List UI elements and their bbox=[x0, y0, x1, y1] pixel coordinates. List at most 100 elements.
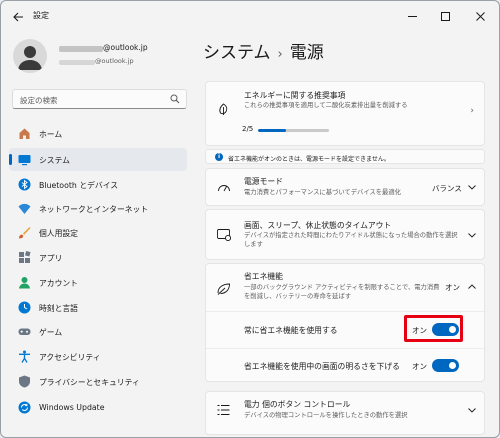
reduce-brightness-status: オン bbox=[412, 362, 427, 371]
settings-window: 設定 @outlook.jp @outlook.jp 設定の検索 ホーム システ… bbox=[0, 0, 500, 438]
bluetooth-icon bbox=[18, 178, 31, 191]
home-icon bbox=[19, 128, 30, 139]
power-button-subtitle: デバイスの物理コントロールを操作したときの動作を選択 bbox=[244, 412, 408, 419]
screen-sleep-subtitle-2: します bbox=[244, 241, 263, 248]
sidebar-item-privacy-security[interactable]: プライバシーとセキュリティ bbox=[9, 370, 187, 393]
account-icon bbox=[19, 277, 30, 289]
sidebar-item-label: ゲーム bbox=[39, 328, 63, 337]
energy-saver-leaf-icon bbox=[217, 283, 230, 295]
energy-saver-status: オン bbox=[445, 283, 460, 292]
power-mode-title: 電源モード bbox=[244, 177, 283, 186]
sidebar-item-label: ネットワークとインターネット bbox=[39, 205, 149, 214]
sidebar-item-accessibility[interactable]: アクセシビリティ bbox=[9, 345, 187, 368]
maximize-button[interactable] bbox=[434, 7, 456, 25]
reduce-brightness-label: 省エネ機能を使用中の画面の明るさを下げる bbox=[244, 362, 400, 371]
time-language-icon bbox=[18, 301, 31, 314]
breadcrumb-separator: › bbox=[277, 47, 283, 62]
gaming-icon bbox=[18, 328, 31, 335]
info-bar: i 省エネ機能がオンのときは、電源モードを設定できません。 bbox=[205, 149, 485, 164]
sidebar-item-home[interactable]: ホーム bbox=[9, 122, 187, 145]
chevron-up-icon[interactable] bbox=[468, 284, 476, 289]
info-bar-text: 省エネ機能がオンのときは、電源モードを設定できません。 bbox=[228, 155, 390, 163]
always-energy-saver-label: 常に省エネ機能を使用する bbox=[244, 326, 338, 335]
divider bbox=[206, 311, 484, 312]
sidebar-item-network[interactable]: ネットワークとインターネット bbox=[9, 197, 187, 220]
chevron-right-icon: › bbox=[470, 106, 474, 116]
screen-sleep-subtitle-1: デバイスが指定された時間にわたりアイドル状態になった場合の動作を選択 bbox=[244, 232, 458, 239]
sidebar-item-apps[interactable]: アプリ bbox=[9, 246, 187, 269]
power-button-title: 電力 個のボタン コントロール bbox=[244, 400, 351, 409]
list-settings-icon bbox=[217, 405, 230, 415]
chevron-down-icon bbox=[468, 408, 476, 413]
search-icon bbox=[170, 94, 180, 104]
sidebar-item-system[interactable]: システム bbox=[9, 148, 187, 171]
highlight-box bbox=[404, 315, 463, 342]
redacted-name bbox=[59, 46, 103, 52]
sidebar-item-time-language[interactable]: 時刻と言語 bbox=[9, 296, 187, 319]
info-icon: i bbox=[215, 153, 223, 161]
power-mode-dropdown[interactable]: バランス bbox=[432, 183, 462, 194]
close-icon bbox=[475, 11, 485, 21]
sidebar-item-label: アプリ bbox=[39, 254, 63, 263]
energy-saver-title: 省エネ機能 bbox=[244, 272, 283, 281]
energy-progress-fill bbox=[258, 129, 287, 132]
search-input[interactable]: 設定の検索 bbox=[20, 95, 58, 106]
energy-recommendations-subtitle: これらの推奨事項を適用して二酸化炭素排出量を削減する bbox=[244, 102, 408, 109]
page-title: 電源 bbox=[289, 43, 324, 63]
sidebar-item-gaming[interactable]: ゲーム bbox=[9, 320, 187, 343]
apps-icon bbox=[19, 251, 31, 263]
sidebar-item-windows-update[interactable]: Windows Update bbox=[9, 396, 187, 419]
chevron-down-icon bbox=[468, 185, 476, 190]
sidebar-item-label: ホーム bbox=[39, 130, 63, 139]
sidebar-item-personalization[interactable]: 個人用設定 bbox=[9, 221, 187, 244]
minimize-button[interactable] bbox=[401, 7, 423, 25]
profile-email-secondary: @outlook.jp bbox=[95, 57, 134, 65]
monitor-sleep-icon bbox=[217, 229, 231, 241]
speedometer-icon bbox=[218, 185, 230, 192]
power-button-card[interactable]: 電力 個のボタン コントロール デバイスの物理コントロールを操作したときの動作を… bbox=[205, 391, 485, 435]
divider bbox=[206, 348, 484, 349]
reduce-brightness-toggle[interactable] bbox=[432, 359, 459, 372]
close-button[interactable] bbox=[469, 7, 491, 25]
screen-sleep-title: 画面、スリープ、休止状態のタイムアウト bbox=[244, 221, 392, 230]
sidebar-item-label: Windows Update bbox=[39, 403, 105, 412]
sidebar-item-label: システム bbox=[39, 156, 70, 165]
sidebar-item-label: 個人用設定 bbox=[39, 229, 78, 238]
sidebar-item-accounts[interactable]: アカウント bbox=[9, 271, 187, 294]
leaf-icon bbox=[219, 103, 228, 115]
energy-progress-bar bbox=[258, 129, 329, 132]
system-icon bbox=[18, 155, 31, 166]
sidebar-item-label: アクセシビリティ bbox=[39, 353, 101, 362]
minimize-icon bbox=[407, 15, 417, 17]
window-title: 設定 bbox=[33, 11, 49, 20]
energy-recommendations-card[interactable]: エネルギーに関する推奨事項 これらの推奨事項を適用して二酸化炭素排出量を削減する… bbox=[205, 81, 485, 146]
user-icon bbox=[18, 46, 42, 70]
energy-saver-subtitle-1: 一部のバックグラウンド アクティビティを制限することで、電力消費 bbox=[244, 284, 440, 291]
redacted-name-2 bbox=[59, 60, 95, 65]
sidebar-item-label: アカウント bbox=[39, 279, 78, 288]
avatar[interactable] bbox=[13, 39, 47, 73]
sidebar-item-label: プライバシーとセキュリティ bbox=[39, 378, 140, 387]
accessibility-icon bbox=[19, 350, 30, 363]
search-box[interactable]: 設定の検索 bbox=[12, 89, 187, 109]
maximize-icon bbox=[440, 11, 450, 21]
breadcrumb: システム › 電源 bbox=[203, 38, 324, 63]
power-mode-card[interactable]: 電源モード 電力消費とパフォーマンスに基づいてデバイスを最適化 バランス bbox=[205, 168, 485, 206]
network-icon bbox=[18, 203, 31, 214]
sidebar-item-bluetooth[interactable]: Bluetooth とデバイス bbox=[9, 173, 187, 196]
energy-saver-subtitle-2: を削減し、バッテリーの寿命を延ばす bbox=[244, 293, 352, 300]
progress-label: 2/5 bbox=[242, 125, 254, 133]
breadcrumb-parent[interactable]: システム bbox=[203, 43, 271, 63]
back-arrow-icon bbox=[12, 12, 23, 22]
chevron-down-icon bbox=[468, 233, 476, 238]
brush-icon bbox=[19, 227, 31, 239]
screen-sleep-card[interactable]: 画面、スリープ、休止状態のタイムアウト デバイスが指定された時間にわたりアイドル… bbox=[205, 209, 485, 260]
sidebar-item-label: 時刻と言語 bbox=[39, 304, 78, 313]
power-mode-subtitle: 電力消費とパフォーマンスに基づいてデバイスを最適化 bbox=[244, 189, 401, 196]
profile-email-primary: @outlook.jp bbox=[103, 43, 148, 52]
shield-icon bbox=[19, 375, 30, 388]
back-button[interactable] bbox=[9, 8, 27, 26]
update-icon bbox=[18, 401, 31, 414]
sidebar-item-label: Bluetooth とデバイス bbox=[39, 181, 119, 190]
energy-recommendations-title: エネルギーに関する推奨事項 bbox=[244, 91, 346, 100]
